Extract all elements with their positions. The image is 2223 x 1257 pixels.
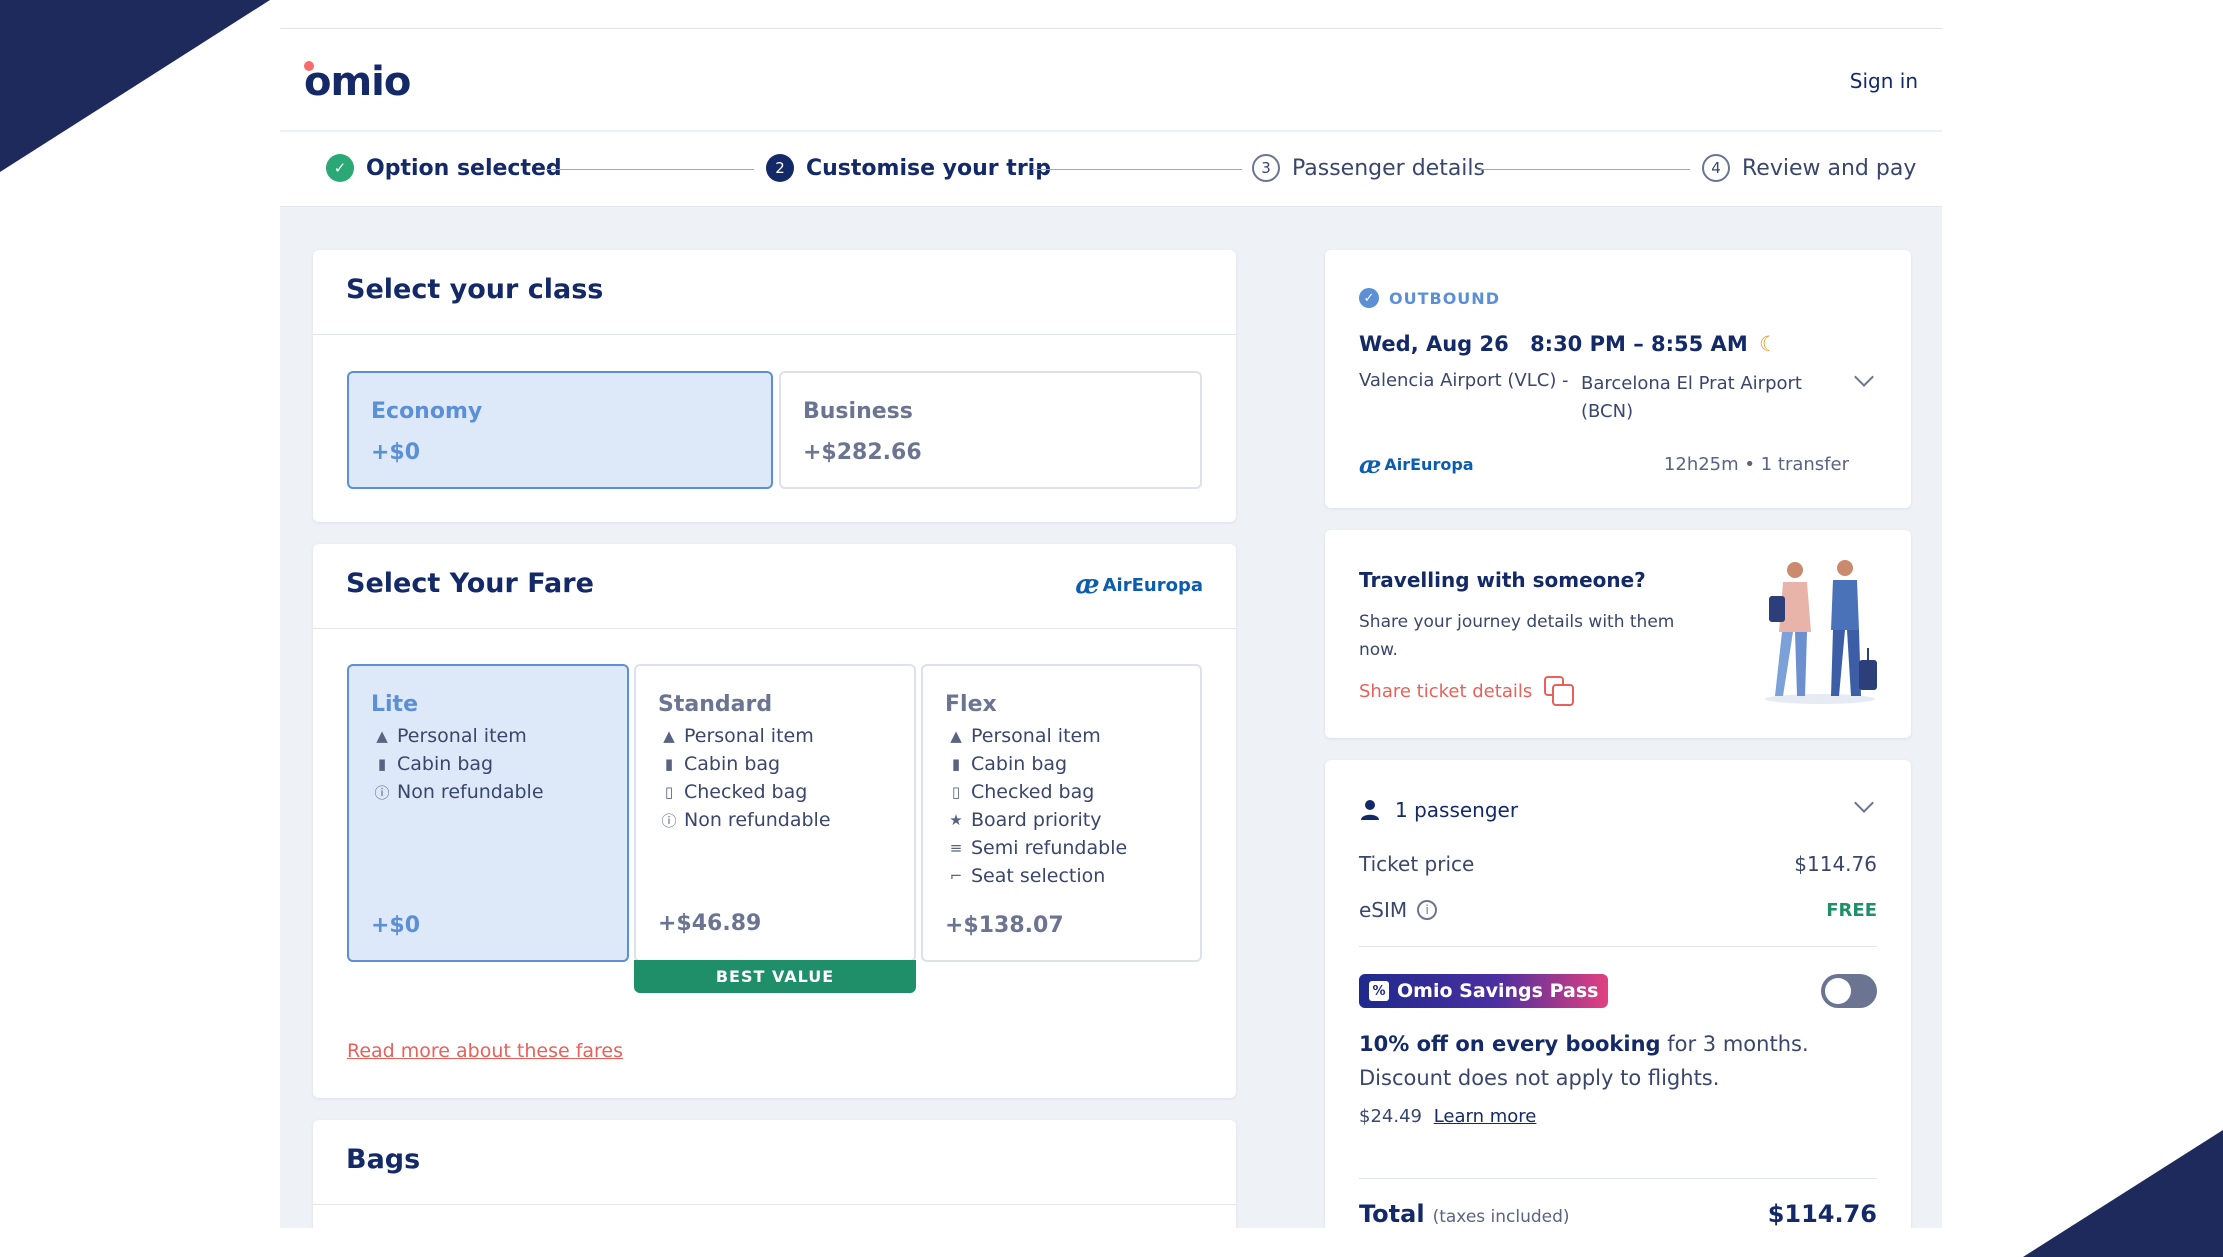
site-header: omio Sign in <box>280 29 1942 130</box>
class-option-economy[interactable]: Economy +$0 <box>347 371 773 489</box>
info-icon: ⓘ <box>661 811 677 830</box>
trip-duration: 12h25m • 1 transfer <box>1663 454 1849 475</box>
sign-in-link[interactable]: Sign in <box>1850 69 1918 93</box>
fare-card: Select Your Fare æ AirEuropa Lite ▲ Perso… <box>313 544 1236 1098</box>
travellers-illustration <box>1765 560 1877 704</box>
fare-title: Select Your Fare <box>346 568 594 599</box>
corner-decoration-bottom-right <box>2023 1130 2223 1257</box>
feature-row: ▮ Cabin bag <box>371 750 544 778</box>
class-option-business[interactable]: Business +$282.66 <box>779 371 1202 489</box>
savings-pass-price-row: $24.49 Learn more <box>1359 1106 1537 1127</box>
ticket-price-value: $114.76 <box>1794 852 1877 876</box>
personal-item-icon: ▲ <box>376 727 388 745</box>
savings-pass-badge: % Omio Savings Pass <box>1359 974 1609 1008</box>
step-passenger-details[interactable]: 3 Passenger details <box>1252 154 1485 182</box>
share-text: Share your journey details with them now… <box>1359 612 1675 660</box>
step-option-selected[interactable]: ✓ Option selected <box>326 154 562 182</box>
omio-logo[interactable]: omio <box>304 59 411 105</box>
moon-icon: ☾ <box>1759 332 1778 356</box>
passenger-row[interactable]: 1 passenger <box>1359 798 1518 822</box>
feature-row: ≡ Semi refundable <box>945 834 1127 862</box>
feature-row: ▲ Personal item <box>945 722 1127 750</box>
aireuropa-logo: æ AirEuropa <box>1075 570 1203 600</box>
esim-row: eSIM i <box>1359 898 1438 922</box>
fare-option-standard[interactable]: Standard ▲ Personal item ▮ Cabin bag ▯ Chec… <box>634 664 916 962</box>
feature-row: ▮ Cabin bag <box>658 750 831 778</box>
ticket-price-label: Ticket price <box>1359 852 1475 876</box>
bags-title: Bags <box>346 1144 421 1175</box>
cabin-bag-icon: ▮ <box>951 755 961 773</box>
chevron-down-icon[interactable] <box>1854 793 1874 813</box>
check-icon: ✓ <box>1359 288 1379 308</box>
feature-row: ▯ Checked bag <box>945 778 1127 806</box>
savings-pass-toggle[interactable] <box>1821 974 1877 1008</box>
cabin-bag-icon: ▮ <box>664 755 674 773</box>
aireuropa-icon: æ <box>1359 450 1382 479</box>
percent-icon: % <box>1369 981 1389 1001</box>
fare-option-lite[interactable]: Lite ▲ Personal item ▮ Cabin bag ⓘ Non refu… <box>347 664 629 962</box>
feature-row: ▯ Checked bag <box>658 778 831 806</box>
feature-row: ⓘ Non refundable <box>371 778 543 806</box>
personal-item-icon: ▲ <box>663 727 675 745</box>
fare-features: ▲ Personal item ▮ Cabin bag ▯ Checked bag ⓘ… <box>658 722 831 834</box>
info-icon: ⓘ <box>374 783 390 802</box>
checked-bag-icon: ▯ <box>951 783 961 801</box>
fare-features: ▲ Personal item ▮ Cabin bag ▯ Checked bag ★… <box>945 722 1127 890</box>
total-value: $114.76 <box>1767 1200 1877 1228</box>
esim-free-badge: FREE <box>1826 900 1877 921</box>
share-title: Travelling with someone? <box>1359 568 1646 592</box>
person-icon <box>1361 800 1379 820</box>
outbound-from: Valencia Airport (VLC) <box>1359 370 1557 391</box>
browser-page: omio Sign in ✓ Option selected 2 Customi… <box>280 28 1942 1228</box>
semi-refund-icon: ≡ <box>949 839 963 857</box>
class-title: Select your class <box>346 274 604 305</box>
copy-icon <box>1544 676 1575 706</box>
savings-pass-note: Discount does not apply to flights. <box>1359 1066 1720 1090</box>
feature-row: ⓘ Non refundable <box>658 806 830 834</box>
feature-row: ▲ Personal item <box>658 722 831 750</box>
price-summary-card: 1 passenger Ticket price $114.76 eSIM i … <box>1325 760 1911 1228</box>
cabin-bag-icon: ▮ <box>377 755 387 773</box>
fare-option-flex[interactable]: Flex ▲ Personal item ▮ Cabin bag ▯ Checked … <box>921 664 1202 962</box>
savings-pass-offer: 10% off on every booking for 3 months. <box>1359 1032 1809 1056</box>
share-ticket-link[interactable]: Share ticket details <box>1359 676 1575 706</box>
total-row: Total (taxes included) <box>1359 1200 1570 1228</box>
feature-row: ▲ Personal item <box>371 722 544 750</box>
route-separator: - <box>1562 370 1569 391</box>
bags-card: Bags <box>313 1120 1236 1228</box>
feature-row: ▮ Cabin bag <box>945 750 1127 778</box>
best-value-badge: BEST VALUE <box>634 960 916 993</box>
outbound-datetime: Wed, Aug 26 8:30 PM – 8:55 AM ☾ <box>1359 332 1778 356</box>
share-card: Travelling with someone? Share your jour… <box>1325 530 1911 738</box>
seat-icon: ⌐ <box>949 867 963 885</box>
read-more-fares-link[interactable]: Read more about these fares <box>347 1040 623 1062</box>
info-icon[interactable]: i <box>1417 900 1438 920</box>
outbound-label-row: ✓ OUTBOUND <box>1359 288 1500 308</box>
outbound-card: ✓ OUTBOUND Wed, Aug 26 8:30 PM – 8:55 AM… <box>1325 250 1911 508</box>
corner-decoration-top-left <box>0 0 270 172</box>
step-customise-trip[interactable]: 2 Customise your trip <box>766 154 1051 182</box>
star-icon: ★ <box>949 811 963 829</box>
check-icon: ✓ <box>326 154 354 182</box>
class-card: Select your class Economy +$0 Business +… <box>313 250 1236 522</box>
feature-row: ★ Board priority <box>945 806 1127 834</box>
learn-more-link[interactable]: Learn more <box>1434 1106 1537 1127</box>
aireuropa-logo: æ AirEuropa <box>1359 450 1474 479</box>
aireuropa-icon: æ <box>1075 570 1100 600</box>
checkout-progress: ✓ Option selected 2 Customise your trip … <box>280 131 1942 207</box>
feature-row: ⌐ Seat selection <box>945 862 1127 890</box>
personal-item-icon: ▲ <box>950 727 962 745</box>
chevron-down-icon[interactable] <box>1854 367 1874 387</box>
step-review-pay[interactable]: 4 Review and pay <box>1702 154 1916 182</box>
fare-features: ▲ Personal item ▮ Cabin bag ⓘ Non refundabl… <box>371 722 544 806</box>
outbound-to: Barcelona El Prat Airport (BCN) <box>1581 373 1802 422</box>
checked-bag-icon: ▯ <box>664 783 674 801</box>
